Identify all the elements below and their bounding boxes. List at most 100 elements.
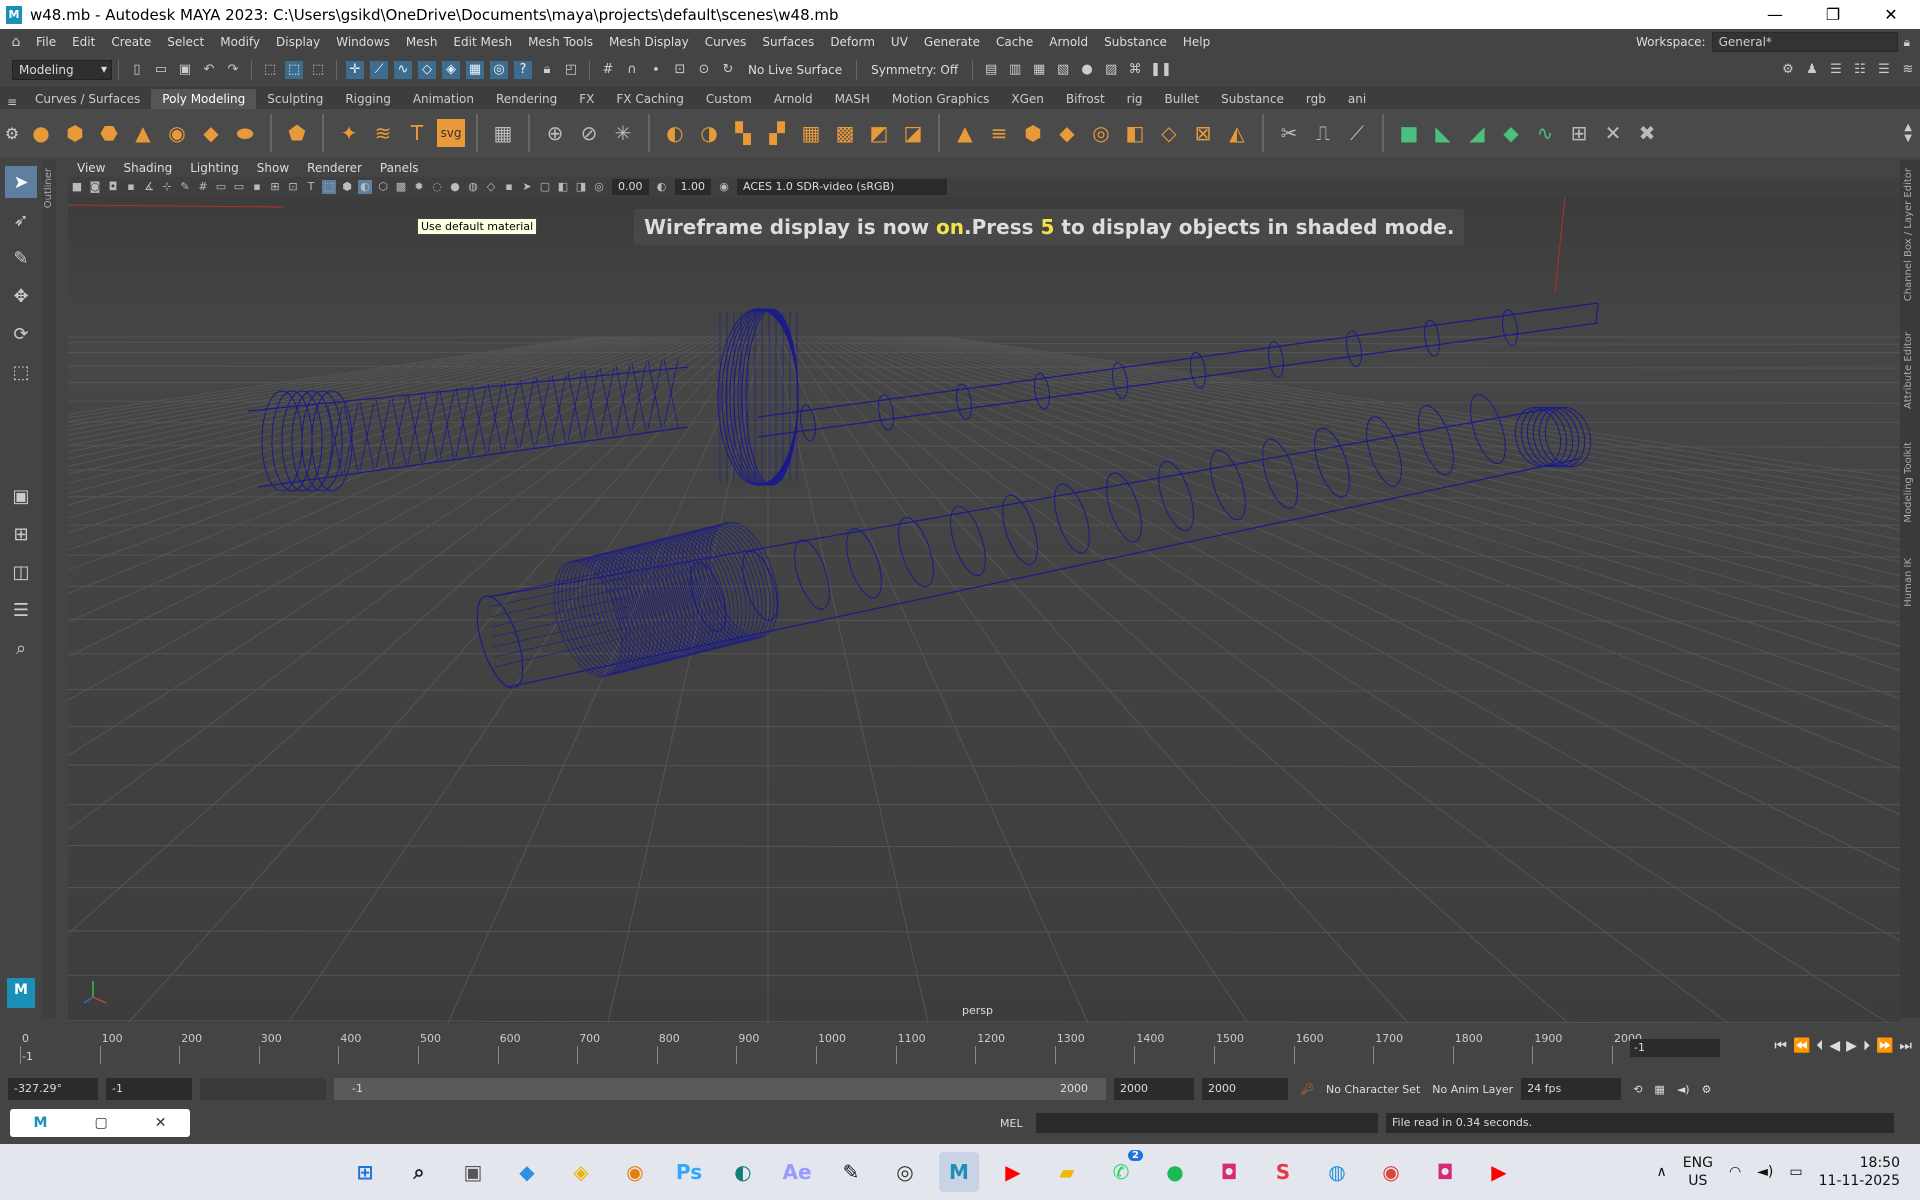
cache-icon[interactable]: ▦ (1654, 1083, 1664, 1096)
anti-aliasing-icon[interactable]: ◇ (484, 180, 498, 194)
exposure-icon[interactable]: ◎ (592, 180, 606, 194)
lock-icon[interactable]: 🔒︎ (1904, 35, 1910, 50)
shelf-tab[interactable]: XGen (1000, 89, 1055, 109)
menu-surfaces[interactable]: Surfaces (754, 35, 822, 49)
open-scene-icon[interactable]: ▭ (152, 61, 170, 79)
shelf-tab[interactable]: Arnold (763, 89, 824, 109)
select-object-icon[interactable]: ⬚ (285, 61, 303, 79)
menu-windows[interactable]: Windows (328, 35, 398, 49)
shelf-scroll[interactable]: ▲ ▼ (1904, 122, 1912, 144)
film-gate-icon[interactable]: ▭ (214, 180, 228, 194)
youtube-icon[interactable]: ▶ (993, 1152, 1033, 1192)
whatsapp-icon[interactable]: ✆ 2 (1101, 1150, 1143, 1192)
exposure-field[interactable]: 0.00 (612, 179, 649, 195)
volume-icon[interactable]: ◄) (1757, 1164, 1773, 1180)
step-back-frame-icon[interactable]: ⏴ (1816, 1038, 1823, 1054)
snap-curve-icon[interactable]: ∩ (623, 61, 641, 79)
shelf-tab[interactable]: FX Caching (605, 89, 694, 109)
menu-cache[interactable]: Cache (988, 35, 1041, 49)
smooth-shade-icon[interactable]: ⬢ (340, 180, 354, 194)
super-shape-icon[interactable]: ✦ (335, 119, 363, 147)
minimized-window[interactable]: M ▢ ✕ (10, 1109, 190, 1137)
layer-editor-icon[interactable]: ≋ (1899, 61, 1917, 79)
auto-uv-icon[interactable]: ◆ (1497, 119, 1525, 147)
photoshop-icon[interactable]: Ps (669, 1152, 709, 1192)
redo-icon[interactable]: ↷ (224, 61, 242, 79)
cut-uv-icon[interactable]: ✕ (1599, 119, 1627, 147)
search-icon[interactable]: ⌕ (399, 1152, 439, 1192)
go-to-start-icon[interactable]: ⏮ (1774, 1038, 1787, 1054)
arnold-render-icon[interactable]: ▨ (1102, 61, 1120, 79)
select-rendering-icon[interactable]: ◎ (490, 61, 508, 79)
ambient-occlusion-icon[interactable]: ● (448, 180, 462, 194)
menu-modify[interactable]: Modify (212, 35, 268, 49)
playback-range-bar[interactable]: -1 2000 (334, 1078, 1106, 1100)
fps-dropdown[interactable]: 24 fps (1521, 1078, 1622, 1100)
tool-settings-icon[interactable]: ☷ (1851, 61, 1869, 79)
grease-pencil-icon[interactable]: ✎ (178, 180, 192, 194)
blender-icon[interactable]: ◉ (615, 1152, 655, 1192)
separate-icon[interactable]: ⊘ (575, 119, 603, 147)
youtube-2-icon[interactable]: ▶ (1479, 1152, 1519, 1192)
poly-plane-icon[interactable]: ◆ (197, 119, 225, 147)
render-view-icon[interactable]: ▤ (982, 61, 1000, 79)
menu-mesh-display[interactable]: Mesh Display (601, 35, 697, 49)
extract-icon[interactable]: ▚ (729, 119, 757, 147)
channel-box-icon[interactable]: ☰ (1875, 61, 1893, 79)
depth-of-field-icon[interactable]: ▪ (502, 180, 516, 194)
insert-edge-loop-icon[interactable]: ⎍ (1309, 119, 1337, 147)
xray-joints-icon[interactable]: ◧ (556, 180, 570, 194)
snap-point-icon[interactable]: ∙ (647, 61, 665, 79)
bridge-icon[interactable]: ≡ (985, 119, 1013, 147)
after-effects-icon[interactable]: Ae (777, 1152, 817, 1192)
collapse-icon[interactable]: ◇ (1155, 119, 1183, 147)
animation-end-field[interactable]: 2000 (1202, 1078, 1288, 1100)
symmetrize-icon[interactable]: ◪ (899, 119, 927, 147)
shelf-tab[interactable]: rig (1116, 89, 1154, 109)
paint-select-tool-icon[interactable]: ✎ (5, 242, 37, 274)
wifi-icon[interactable]: ◠ (1729, 1164, 1741, 1180)
wedge-icon[interactable]: ◭ (1223, 119, 1251, 147)
time-slider-track[interactable]: 0 100 200 300 400 500 600 700 800 900 1000 1100 1200… (20, 1030, 1642, 1066)
remesh-icon[interactable]: ▦ (797, 119, 825, 147)
safe-title-icon[interactable]: T (304, 180, 318, 194)
lasso-tool-icon[interactable]: ➶ (5, 204, 37, 236)
select-dynamics-icon[interactable]: ▦ (466, 61, 484, 79)
auto-key-icon[interactable]: 🔑︎ (1300, 1083, 1314, 1096)
task-view-icon[interactable]: ▣ (453, 1152, 493, 1192)
instagram-2-icon[interactable]: ◘ (1425, 1152, 1465, 1192)
menu-edit-mesh[interactable]: Edit Mesh (445, 35, 520, 49)
restore-icon[interactable]: ▢ (94, 1115, 107, 1131)
animation-start-field[interactable]: -1 (106, 1078, 192, 1100)
sticky-notes-icon[interactable]: ◈ (561, 1152, 601, 1192)
modeling-toolkit-tab[interactable]: Modeling Toolkit (1903, 442, 1914, 523)
snap-rotate-icon[interactable]: ↻ (719, 61, 737, 79)
ipr-render-icon[interactable]: ▦ (1030, 61, 1048, 79)
use-lights-icon[interactable]: ✹ (412, 180, 426, 194)
merge-icon[interactable]: ◧ (1121, 119, 1149, 147)
append-polygon-icon[interactable]: ◆ (1053, 119, 1081, 147)
mel-label[interactable]: MEL (1000, 1117, 1023, 1130)
grid-tool-icon[interactable]: ▦ (489, 119, 517, 147)
menu-select[interactable]: Select (159, 35, 212, 49)
select-surfaces-icon[interactable]: ◇ (418, 61, 436, 79)
menu-curves[interactable]: Curves (697, 35, 755, 49)
xray-icon[interactable]: ▢ (538, 180, 552, 194)
circularize-icon[interactable]: ◎ (1087, 119, 1115, 147)
menu-file[interactable]: File (28, 35, 64, 49)
reduce-icon[interactable]: ◩ (865, 119, 893, 147)
cylindrical-uv-icon[interactable]: ◣ (1429, 119, 1457, 147)
shelf-menu-icon[interactable]: ≡ (0, 95, 24, 109)
close-button[interactable]: ✕ (1862, 0, 1920, 29)
file-explorer-icon[interactable]: ▰ (1047, 1152, 1087, 1192)
maya-window-icon[interactable]: M (34, 1115, 48, 1131)
sound-icon[interactable]: ◄) (1677, 1083, 1690, 1096)
search-icon[interactable]: ⌕ (5, 632, 37, 664)
xray-active-icon[interactable]: ◨ (574, 180, 588, 194)
save-scene-icon[interactable]: ▣ (176, 61, 194, 79)
select-joints-icon[interactable]: ⟋ (370, 61, 388, 79)
contour-uv-icon[interactable]: ∿ (1531, 119, 1559, 147)
safe-action-icon[interactable]: ⊡ (286, 180, 300, 194)
outliner-tab[interactable]: Outliner (42, 160, 56, 1018)
inkscape-icon[interactable]: ✎ (831, 1152, 871, 1192)
